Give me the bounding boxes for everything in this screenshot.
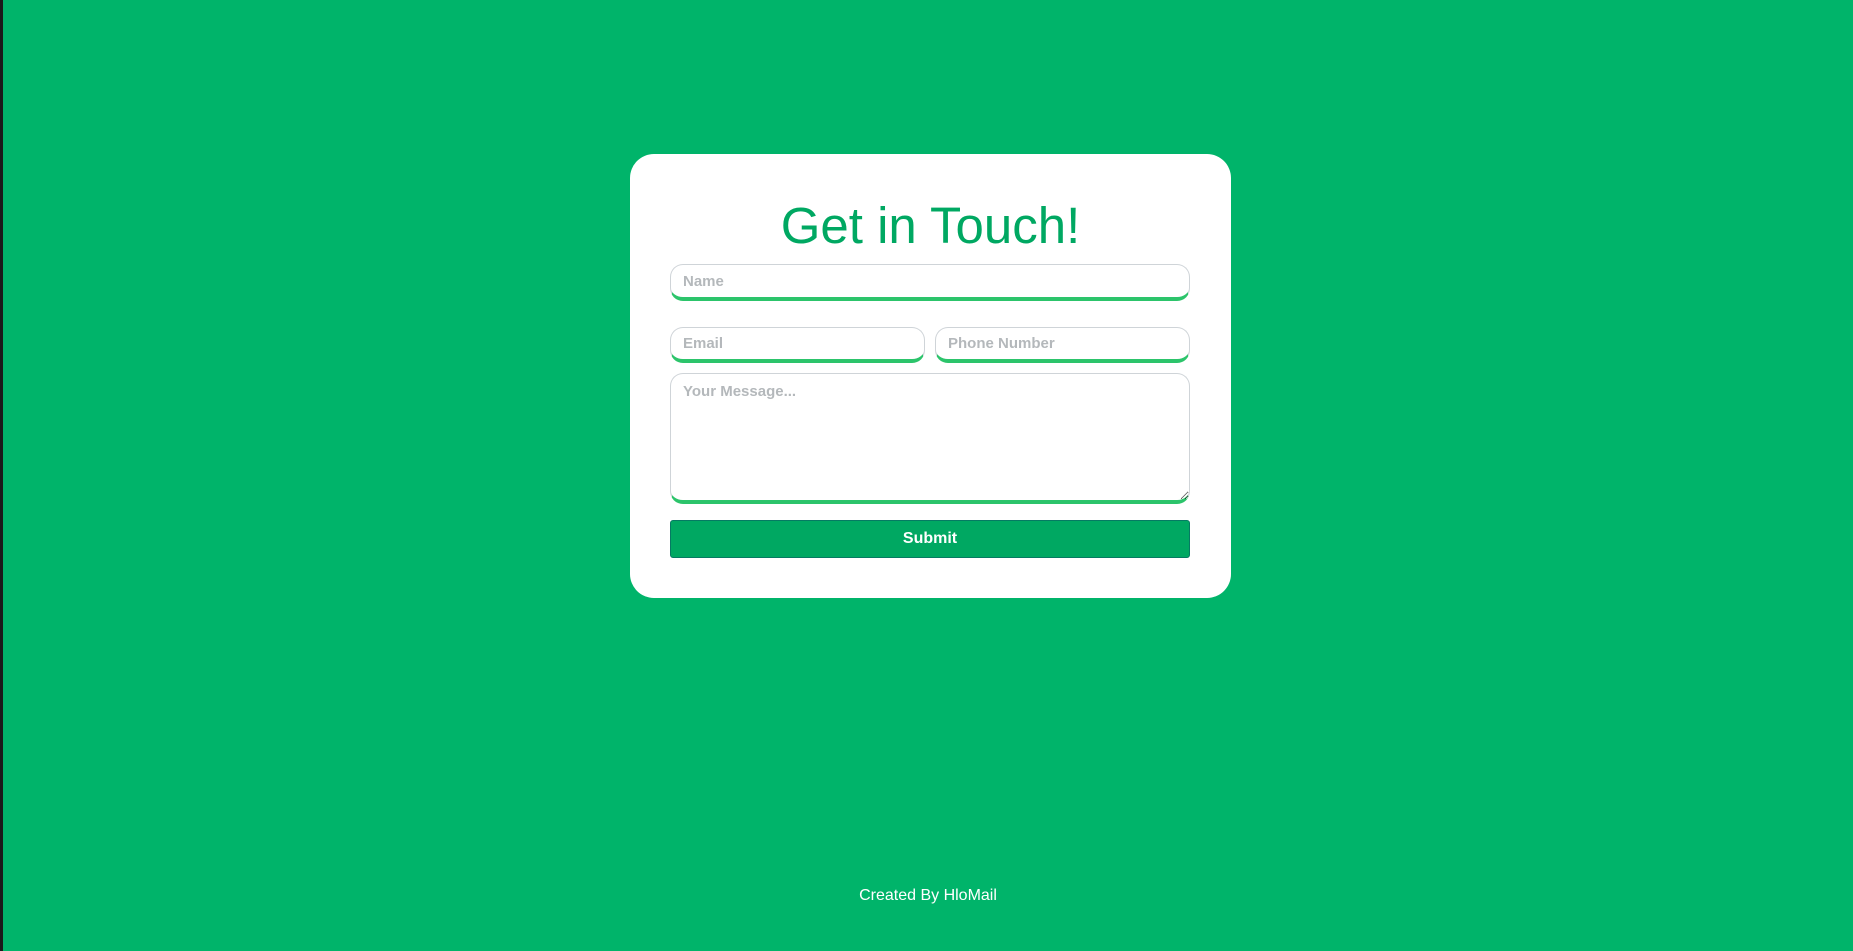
message-textarea[interactable] [670, 373, 1190, 504]
footer-credit: Created By HloMail [859, 887, 997, 904]
submit-button[interactable]: Submit [670, 520, 1190, 558]
name-input[interactable] [670, 264, 1190, 301]
email-input[interactable] [670, 327, 925, 363]
form-title: Get in Touch! [780, 197, 1081, 254]
phone-number-input[interactable] [935, 327, 1190, 363]
contact-card: Get in Touch! Submit [630, 154, 1231, 598]
